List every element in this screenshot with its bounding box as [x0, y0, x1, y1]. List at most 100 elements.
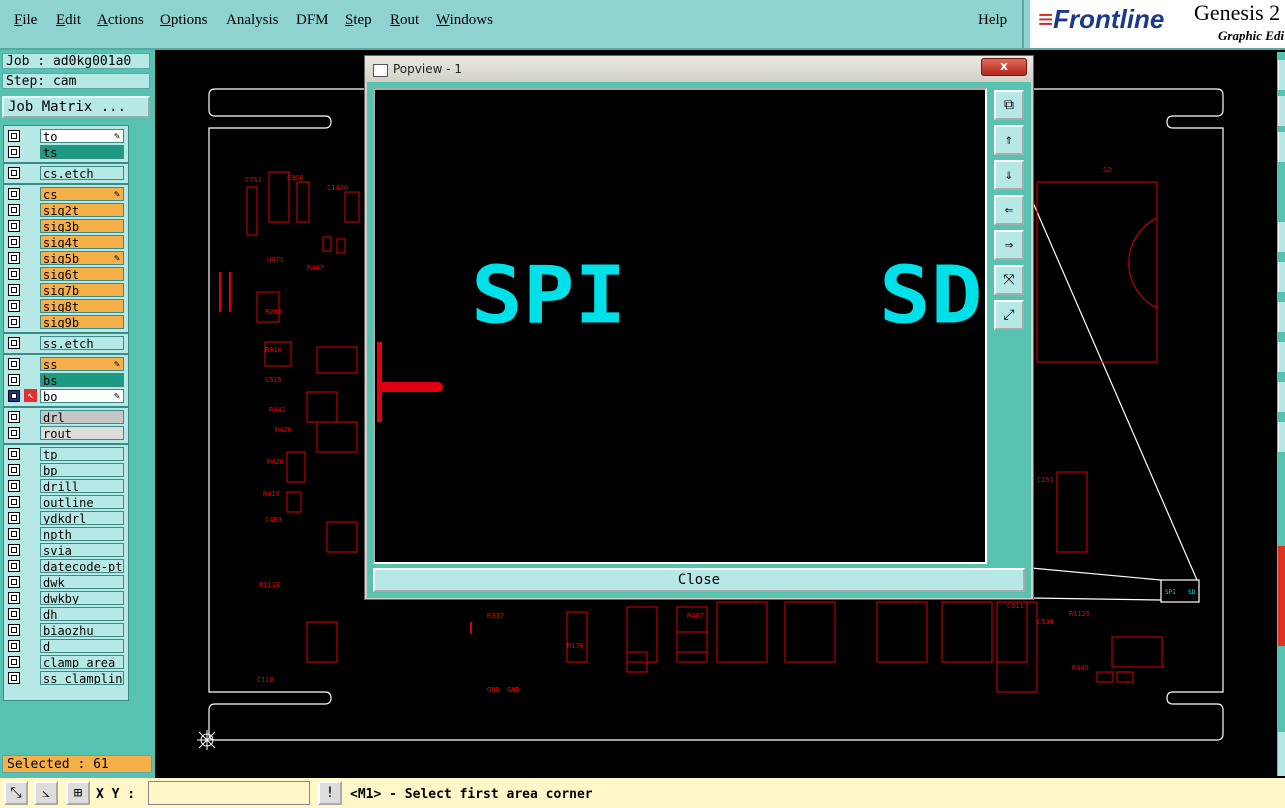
- layer-name[interactable]: sig7b: [40, 283, 124, 297]
- layer-row-cs[interactable]: cs ✎: [4, 187, 128, 201]
- menu-edit[interactable]: Edit: [56, 12, 81, 29]
- layer-checkbox[interactable]: [8, 480, 20, 492]
- layer-row-sig3b[interactable]: sig3b: [4, 219, 128, 233]
- pan-down-icon[interactable]: ⇓: [994, 160, 1024, 190]
- layer-name[interactable]: drill: [40, 479, 124, 493]
- layer-row-bo[interactable]: ↖ bo ✎: [4, 389, 128, 403]
- layer-row-svia[interactable]: svia: [4, 543, 128, 557]
- layer-row-drill[interactable]: drill: [4, 479, 128, 493]
- layer-checkbox[interactable]: [8, 512, 20, 524]
- layer-checkbox[interactable]: [8, 496, 20, 508]
- layer-row-ydkdrl[interactable]: ydkdrl: [4, 511, 128, 525]
- layer-checkbox[interactable]: [8, 592, 20, 604]
- layer-name[interactable]: to ✎: [40, 129, 124, 143]
- layer-checkbox[interactable]: [8, 464, 20, 476]
- layer-checkbox[interactable]: [8, 316, 20, 328]
- layer-checkbox[interactable]: [8, 624, 20, 636]
- layer-row-dwk[interactable]: dwk: [4, 575, 128, 589]
- layer-name[interactable]: npth: [40, 527, 124, 541]
- layer-name[interactable]: sig9b: [40, 315, 124, 329]
- layer-checkbox[interactable]: [8, 146, 20, 158]
- layer-row-d[interactable]: d: [4, 639, 128, 653]
- layer-name[interactable]: sig3b: [40, 219, 124, 233]
- layer-checkbox[interactable]: [8, 411, 20, 423]
- zoom-fit-icon[interactable]: ⧉: [994, 90, 1024, 120]
- menu-dfm[interactable]: DFM: [296, 12, 329, 29]
- layer-checkbox[interactable]: [8, 448, 20, 460]
- layer-name[interactable]: cs.etch: [40, 166, 124, 180]
- menu-rout[interactable]: Rout: [390, 12, 419, 29]
- layer-row-sig2t[interactable]: sig2t: [4, 203, 128, 217]
- layer-row-sig6t[interactable]: sig6t: [4, 267, 128, 281]
- layer-name[interactable]: drl: [40, 410, 124, 424]
- layer-row-bp[interactable]: bp: [4, 463, 128, 477]
- layer-checkbox[interactable]: [8, 656, 20, 668]
- layer-name[interactable]: svia: [40, 543, 124, 557]
- xy-input[interactable]: [148, 781, 310, 805]
- layer-checkbox[interactable]: [8, 672, 20, 684]
- layer-name[interactable]: sig8t: [40, 299, 124, 313]
- pan-left-icon[interactable]: ⇐: [994, 195, 1024, 225]
- close-button[interactable]: Close: [373, 568, 1025, 592]
- layer-row-drl[interactable]: drl: [4, 410, 128, 424]
- menu-analysis[interactable]: Analysis: [226, 12, 279, 29]
- layer-row-sig4t[interactable]: sig4t: [4, 235, 128, 249]
- menu-file[interactable]: File: [14, 12, 37, 29]
- layer-name[interactable]: ydkdrl: [40, 511, 124, 525]
- layer-row-sig5b[interactable]: sig5b ✎: [4, 251, 128, 265]
- layer-name[interactable]: bo ✎: [40, 389, 124, 403]
- layer-row-datecode-pto[interactable]: datecode-pto: [4, 559, 128, 573]
- layer-checkbox[interactable]: [8, 358, 20, 370]
- layer-name[interactable]: d: [40, 639, 124, 653]
- layer-row-tp[interactable]: tp: [4, 447, 128, 461]
- zoom-out-icon[interactable]: ⤧: [994, 265, 1024, 295]
- layer-row-ss_clampline[interactable]: ss_clampline: [4, 671, 128, 685]
- layer-checkbox[interactable]: [8, 427, 20, 439]
- layer-row-cs.etch[interactable]: cs.etch: [4, 166, 128, 180]
- layer-checkbox[interactable]: [8, 560, 20, 572]
- layer-row-biaozhu[interactable]: biaozhu: [4, 623, 128, 637]
- layer-checkbox[interactable]: [8, 544, 20, 556]
- layer-name[interactable]: dwk: [40, 575, 124, 589]
- layer-name[interactable]: clamp_area: [40, 655, 124, 669]
- layer-row-dwkby[interactable]: dwkby: [4, 591, 128, 605]
- zoom-area-icon[interactable]: ⤡: [4, 781, 28, 805]
- window-close-button[interactable]: x: [981, 58, 1027, 76]
- layer-name[interactable]: biaozhu: [40, 623, 124, 637]
- layer-row-sig7b[interactable]: sig7b: [4, 283, 128, 297]
- layer-checkbox[interactable]: [8, 300, 20, 312]
- layer-name[interactable]: dh: [40, 607, 124, 621]
- layer-name[interactable]: datecode-pto: [40, 559, 124, 573]
- layer-checkbox[interactable]: [8, 528, 20, 540]
- layer-name[interactable]: sig6t: [40, 267, 124, 281]
- layer-name[interactable]: sig5b ✎: [40, 251, 124, 265]
- layer-checkbox[interactable]: [8, 252, 20, 264]
- grid-icon[interactable]: ⊞: [66, 781, 90, 805]
- layer-name[interactable]: outline: [40, 495, 124, 509]
- popview-viewport[interactable]: SPI SD: [373, 88, 987, 564]
- layer-row-rout[interactable]: rout: [4, 426, 128, 440]
- layer-checkbox[interactable]: [8, 284, 20, 296]
- layer-row-bs[interactable]: bs: [4, 373, 128, 387]
- pan-right-icon[interactable]: ⇒: [994, 230, 1024, 260]
- layer-row-ss[interactable]: ss ✎: [4, 357, 128, 371]
- layer-checkbox[interactable]: [8, 167, 20, 179]
- alert-icon[interactable]: !: [318, 781, 342, 805]
- layer-checkbox[interactable]: [8, 576, 20, 588]
- layer-checkbox[interactable]: [8, 337, 20, 349]
- layer-name[interactable]: sig2t: [40, 203, 124, 217]
- layer-row-ss.etch[interactable]: ss.etch: [4, 336, 128, 350]
- layer-checkbox[interactable]: [8, 390, 20, 402]
- layer-name[interactable]: tp: [40, 447, 124, 461]
- layer-name[interactable]: bs: [40, 373, 124, 387]
- layer-checkbox[interactable]: [8, 268, 20, 280]
- layer-name[interactable]: ss.etch: [40, 336, 124, 350]
- layer-name[interactable]: cs ✎: [40, 187, 124, 201]
- menu-windows[interactable]: Windows: [436, 12, 493, 29]
- layer-row-sig8t[interactable]: sig8t: [4, 299, 128, 313]
- layer-name[interactable]: dwkby: [40, 591, 124, 605]
- layer-name[interactable]: sig4t: [40, 235, 124, 249]
- layer-checkbox[interactable]: [8, 204, 20, 216]
- layer-checkbox[interactable]: [8, 608, 20, 620]
- layer-name[interactable]: ss ✎: [40, 357, 124, 371]
